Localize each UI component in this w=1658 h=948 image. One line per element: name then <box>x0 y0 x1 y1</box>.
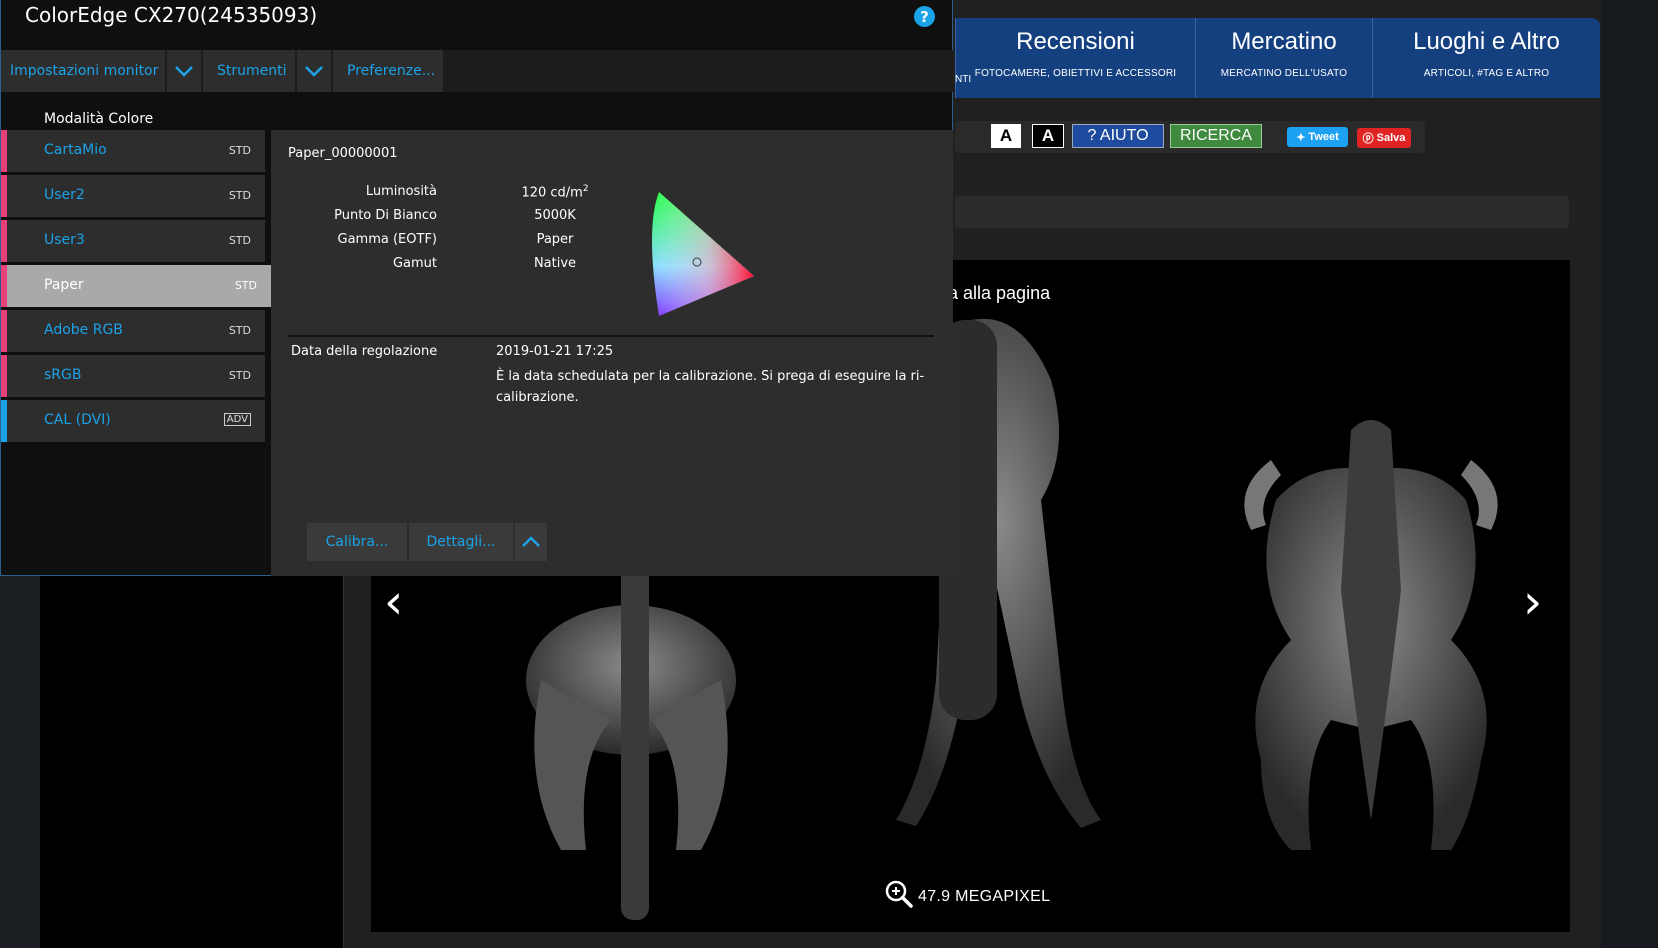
calibrate-button[interactable]: Calibra... <box>307 523 407 561</box>
adjustment-note: È la data schedulata per la calibrazione… <box>496 369 925 405</box>
mode-color-bar <box>1 265 7 307</box>
menu-tools[interactable]: Strumenti <box>203 50 295 92</box>
collapse-details-button[interactable] <box>515 523 547 561</box>
zoom-in-icon[interactable] <box>884 879 914 909</box>
luminance-unit-exponent: 2 <box>582 184 589 194</box>
color-mode-item[interactable]: sRGB STD <box>1 355 265 397</box>
prop-label-gamma: Gamma (EOTF) <box>337 232 437 247</box>
color-mode-tag: STD <box>228 189 251 202</box>
gallery-next-arrow[interactable]: › <box>1523 574 1542 630</box>
mode-color-bar <box>1 175 7 217</box>
color-mode-tag: STD <box>234 279 257 292</box>
coloredge-window: ColorEdge CX270(24535093) ? Impostazioni… <box>0 0 953 576</box>
nav-subtitle: FOTOCAMERE, OBIETTIVI E ACCESSORI <box>974 68 1177 79</box>
prop-value-gamut: Native <box>533 256 577 271</box>
tweet-label: Tweet <box>1308 131 1339 143</box>
nav-item-luoghi[interactable]: Luoghi e Altro ARTICOLI, #TAG E ALTRO <box>1372 18 1600 98</box>
luminance-value: 120 cd/m <box>521 185 583 201</box>
mode-color-bar <box>1 130 7 172</box>
nav-item-mercatino[interactable]: Mercatino MERCATINO DELL'USATO <box>1195 18 1372 98</box>
menu-preferences[interactable]: Preferenze... <box>333 50 443 92</box>
chevron-down-icon <box>305 66 323 77</box>
color-mode-label: CartaMio <box>44 142 107 158</box>
color-mode-label: User2 <box>44 187 85 203</box>
search-button[interactable]: RICERCA <box>1170 124 1262 148</box>
site-nav: Recensioni FOTOCAMERE, OBIETTIVI E ACCES… <box>955 18 1600 98</box>
color-mode-tag: STD <box>228 324 251 337</box>
salva-label: Salva <box>1376 132 1406 144</box>
twitter-bird-icon: ✦ <box>1296 131 1306 144</box>
color-mode-label: sRGB <box>44 367 82 383</box>
mode-color-bar <box>1 220 7 262</box>
prop-value-whitepoint: 5000K <box>534 208 576 223</box>
prop-value-luminance: 120 cd/m2 <box>495 184 615 200</box>
help-icon[interactable]: ? <box>914 6 935 27</box>
menu-monitor-settings[interactable]: Impostazioni monitor <box>1 50 165 92</box>
help-button[interactable]: ? AIUTO <box>1072 124 1164 148</box>
gallery-prev-arrow[interactable]: ‹ <box>384 574 403 630</box>
nav-title: Mercatino <box>1231 28 1337 55</box>
nav-subtitle: ARTICOLI, #TAG E ALTRO <box>1423 68 1550 79</box>
details-button[interactable]: Dettagli... <box>409 523 513 561</box>
mode-color-bar <box>1 310 7 352</box>
color-mode-label: Adobe RGB <box>44 322 123 338</box>
adjustment-date-label: Data della regolazione <box>291 344 438 359</box>
gamut-diagram <box>652 192 754 316</box>
color-mode-item[interactable]: CartaMio STD <box>1 130 265 172</box>
mode-color-bar <box>1 355 7 397</box>
prop-label-luminance: Luminosità <box>365 184 437 199</box>
section-divider <box>288 335 934 337</box>
color-mode-label: CAL (DVI) <box>44 412 111 428</box>
nav-item-recensioni[interactable]: Recensioni FOTOCAMERE, OBIETTIVI E ACCES… <box>955 18 1195 98</box>
font-size-button-dark[interactable]: A <box>1032 124 1064 148</box>
font-size-button-light[interactable]: A <box>991 124 1021 148</box>
color-mode-label: User3 <box>44 232 85 248</box>
color-mode-item[interactable]: Paper STD <box>1 265 271 307</box>
adjustment-date-value: 2019-01-21 17:25 <box>496 344 614 359</box>
chevron-up-icon <box>522 536 540 547</box>
window-title: ColorEdge CX270(24535093) <box>25 3 318 27</box>
nav-stub-text: NTI <box>955 74 972 85</box>
prop-label-whitepoint: Punto Di Bianco <box>334 208 437 223</box>
color-mode-label: Paper <box>44 277 84 293</box>
prop-value-gamma: Paper <box>536 232 574 247</box>
chevron-down-icon <box>175 66 193 77</box>
color-mode-tag: STD <box>228 369 251 382</box>
color-mode-item[interactable]: User3 STD <box>1 220 265 262</box>
nav-title: Recensioni <box>1016 28 1135 55</box>
megapixel-label: 47.9 MEGAPIXEL <box>918 888 1051 905</box>
prop-label-gamut: Gamut <box>392 256 437 271</box>
color-mode-item[interactable]: Adobe RGB STD <box>1 310 265 352</box>
color-mode-heading: Modalità Colore <box>44 111 154 127</box>
profile-name: Paper_00000001 <box>288 146 398 161</box>
nav-subtitle: MERCATINO DELL'USATO <box>1220 68 1348 79</box>
color-mode-tag: ADV <box>223 413 251 426</box>
monitor-settings-dropdown[interactable] <box>167 50 201 92</box>
color-mode-tag: STD <box>228 144 251 157</box>
gallery-title: a alla pagina <box>948 283 1051 303</box>
color-mode-item[interactable]: CAL (DVI) ADV <box>1 400 265 442</box>
pinterest-icon: ⓟ <box>1362 133 1374 145</box>
pinterest-save-button[interactable]: ⓟ Salva <box>1357 128 1411 148</box>
mode-color-bar <box>1 400 7 442</box>
site-info-bar <box>955 196 1569 228</box>
tools-dropdown[interactable] <box>297 50 331 92</box>
color-mode-tag: STD <box>228 234 251 247</box>
color-mode-item[interactable]: User2 STD <box>1 175 265 217</box>
nav-title: Luoghi e Altro <box>1413 28 1560 55</box>
tweet-button[interactable]: ✦ Tweet <box>1287 127 1348 147</box>
